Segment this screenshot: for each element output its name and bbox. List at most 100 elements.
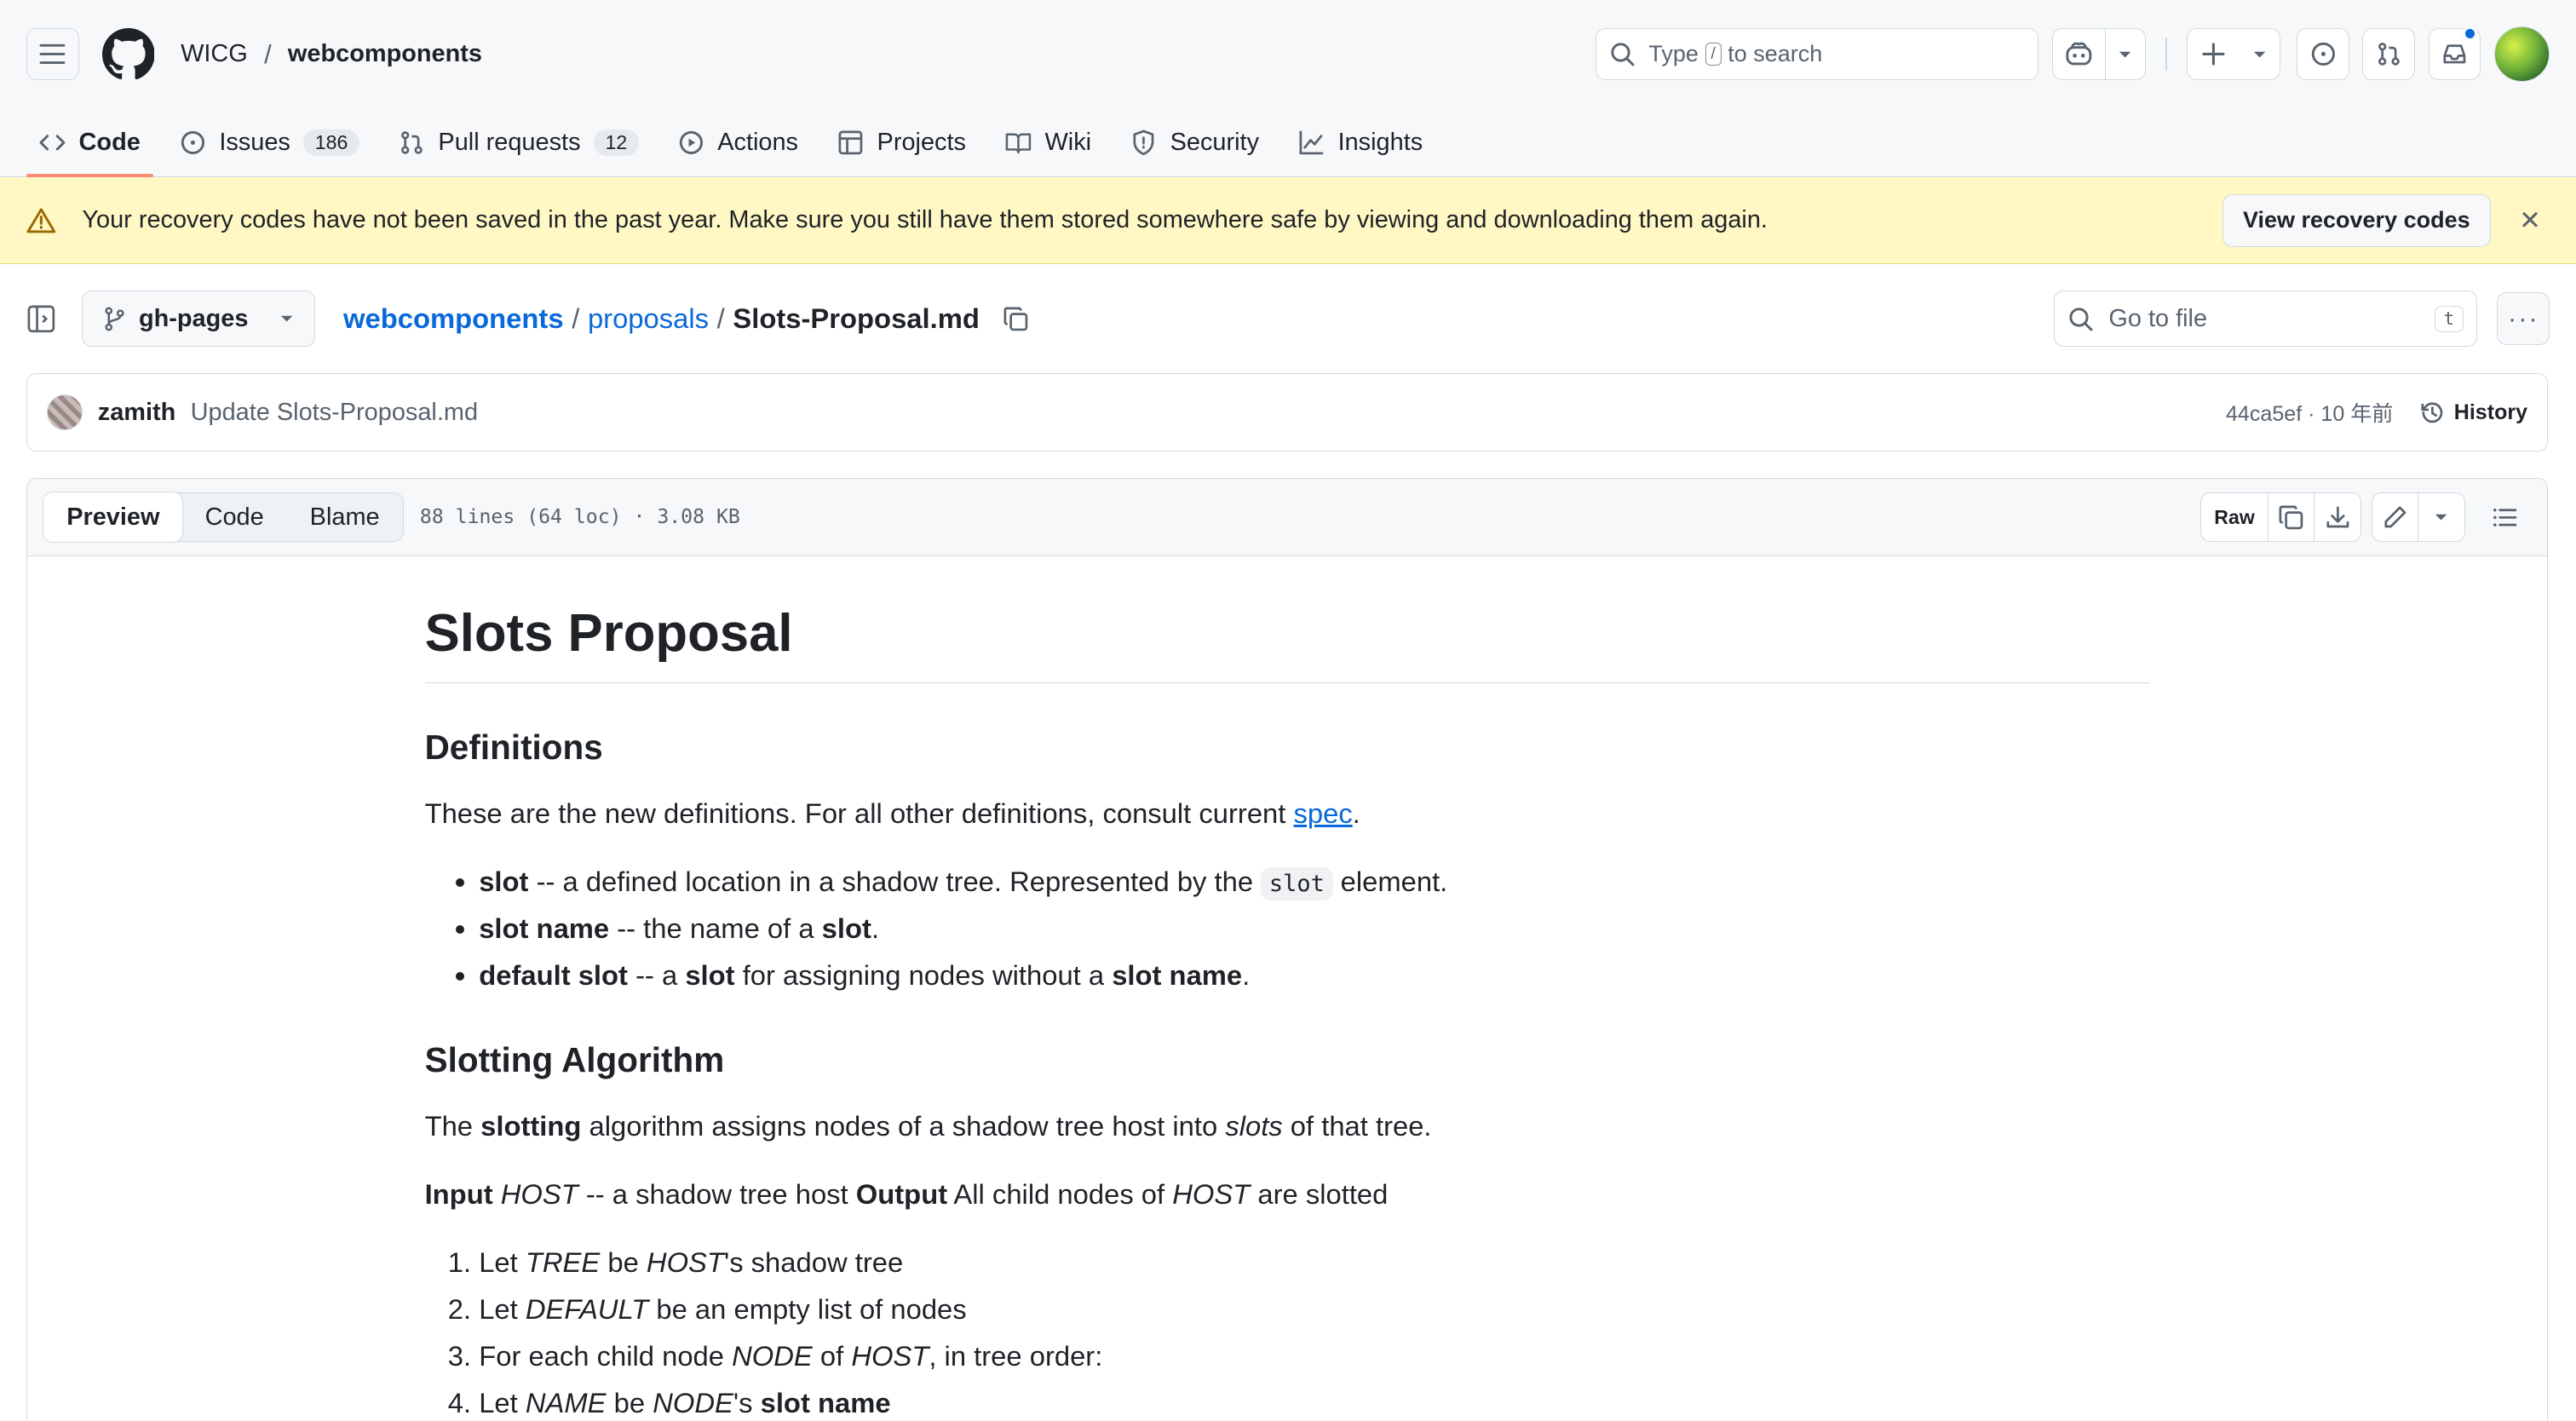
tab-projects[interactable]: Projects <box>825 108 980 177</box>
italic-text: HOST <box>646 1246 724 1278</box>
global-nav: WICG / webcomponents Type / to search <box>0 0 2576 108</box>
text: The <box>424 1109 481 1142</box>
divider <box>2165 37 2167 71</box>
branch-selector[interactable]: gh-pages <box>82 291 316 347</box>
text: are slotted <box>1250 1177 1389 1210</box>
input-output: Input HOST -- a shadow tree host Output … <box>425 1173 2150 1215</box>
heading-slotting-algorithm: Slotting Algorithm <box>424 1040 725 1080</box>
github-logo-icon[interactable] <box>101 27 155 81</box>
outline-button[interactable] <box>2478 492 2531 542</box>
tab-code[interactable]: Code <box>26 108 155 178</box>
list-unordered-icon <box>2493 508 2516 526</box>
view-blame-button[interactable]: Blame <box>287 493 403 541</box>
edit-button[interactable] <box>2372 493 2418 541</box>
commit-author-avatar[interactable] <box>46 394 83 431</box>
commit-author[interactable]: zamith <box>98 399 176 427</box>
edit-menu-button[interactable] <box>2418 493 2464 541</box>
italic-text: HOST <box>500 1177 578 1210</box>
tab-label: Actions <box>717 129 799 157</box>
search-icon <box>2069 308 2093 331</box>
history-label: History <box>2453 400 2528 424</box>
text: . <box>871 912 880 945</box>
triangle-down-icon <box>2435 515 2447 521</box>
tab-insights[interactable]: Insights <box>1285 108 1436 177</box>
go-to-file-input[interactable]: Go to file t <box>2053 291 2478 347</box>
plus-icon <box>2202 43 2225 66</box>
tab-actions[interactable]: Actions <box>665 108 812 177</box>
text: . <box>1242 959 1251 992</box>
tab-label: Issues <box>219 129 290 157</box>
copy-icon[interactable] <box>1003 306 1029 332</box>
raw-button[interactable]: Raw <box>2201 493 2269 541</box>
play-icon <box>678 129 704 156</box>
tab-label: Pull requests <box>438 129 581 157</box>
copy-raw-button[interactable] <box>2268 493 2315 541</box>
list-item: default slot -- a slot for assigning nod… <box>479 954 2149 996</box>
text: be <box>600 1246 647 1278</box>
download-icon <box>2326 506 2349 527</box>
breadcrumb-separator: / <box>264 38 272 69</box>
italic-text: HOST <box>1172 1177 1251 1210</box>
file-info: 88 lines (64 loc) · 3.08 KB <box>419 506 740 529</box>
text: For each child node <box>479 1339 733 1372</box>
pull-requests-button[interactable] <box>2362 27 2416 81</box>
repo-link[interactable]: webcomponents <box>288 40 482 68</box>
repo-tabs: Code Issues 186 Pull requests 12 Actions… <box>0 108 2576 178</box>
text: -- the name of a <box>609 912 822 945</box>
more-options-button[interactable]: ··· <box>2497 292 2550 345</box>
spec-link[interactable]: spec <box>1293 797 1352 829</box>
path-dir-link[interactable]: proposals <box>588 302 709 335</box>
copilot-icon <box>2066 42 2092 66</box>
issue-icon <box>2311 43 2335 66</box>
text: , in tree order: <box>929 1339 1103 1372</box>
view-preview-button[interactable]: Preview <box>43 492 184 543</box>
issues-button[interactable] <box>2297 27 2349 81</box>
markdown-body: Slots Proposal Definitions These are the… <box>424 571 2150 1421</box>
create-new-button[interactable] <box>2188 29 2240 80</box>
download-button[interactable] <box>2314 493 2360 541</box>
copy-icon <box>2279 505 2303 529</box>
tab-label: Wiki <box>1044 129 1092 157</box>
commit-sha-time[interactable]: 44ca5ef · 10 年前 <box>2226 397 2393 428</box>
pull-request-icon <box>2378 43 2400 66</box>
tab-issues[interactable]: Issues 186 <box>167 108 373 177</box>
definitions-intro: These are the new definitions. For all o… <box>425 792 2150 834</box>
triangle-down-icon <box>279 310 295 326</box>
text: -- a <box>627 959 686 992</box>
search-input[interactable]: Type / to search <box>1595 27 2039 81</box>
commit-message[interactable]: Update Slots-Proposal.md <box>191 399 478 427</box>
path-repo-link[interactable]: webcomponents <box>343 302 564 335</box>
text: -- a shadow tree host <box>578 1177 856 1210</box>
tab-count: 186 <box>303 129 359 157</box>
path-separator: / <box>572 302 580 335</box>
go-to-file-shortcut: t <box>2434 305 2464 332</box>
text: of that tree. <box>1282 1109 1432 1142</box>
text: These are the new definitions. For all o… <box>424 797 1294 830</box>
term: slot <box>479 866 529 898</box>
tab-wiki[interactable]: Wiki <box>992 108 1105 177</box>
text: -- a defined location in a shadow tree. … <box>528 866 1262 898</box>
view-recovery-codes-button[interactable]: View recovery codes <box>2222 194 2491 247</box>
italic-text: DEFAULT <box>525 1292 649 1325</box>
tab-security[interactable]: Security <box>1118 108 1273 177</box>
create-menu-button[interactable] <box>2240 29 2280 80</box>
close-icon[interactable]: ✕ <box>2510 205 2550 236</box>
view-switcher: Preview Code Blame <box>43 492 404 543</box>
copilot-button[interactable] <box>2053 28 2106 80</box>
view-code-button[interactable]: Code <box>182 493 287 541</box>
list-item: slot name -- the name of a slot. <box>479 907 2149 949</box>
sidebar-toggle-icon[interactable] <box>26 304 56 334</box>
git-branch-icon <box>103 306 126 332</box>
owner-link[interactable]: WICG <box>181 40 248 68</box>
history-button[interactable]: History <box>2419 400 2527 426</box>
graph-icon <box>1298 129 1325 156</box>
term-ref: slot <box>685 959 735 992</box>
user-avatar[interactable] <box>2493 26 2550 83</box>
tab-count: 12 <box>593 129 639 157</box>
copilot-button-group <box>2051 27 2146 81</box>
text: be an empty list of nodes <box>648 1292 967 1325</box>
file-toolbar: Preview Code Blame 88 lines (64 loc) · 3… <box>26 479 2548 556</box>
tab-pull-requests[interactable]: Pull requests 12 <box>386 108 652 177</box>
copilot-menu-button[interactable] <box>2106 29 2145 80</box>
menu-button[interactable] <box>26 27 79 81</box>
